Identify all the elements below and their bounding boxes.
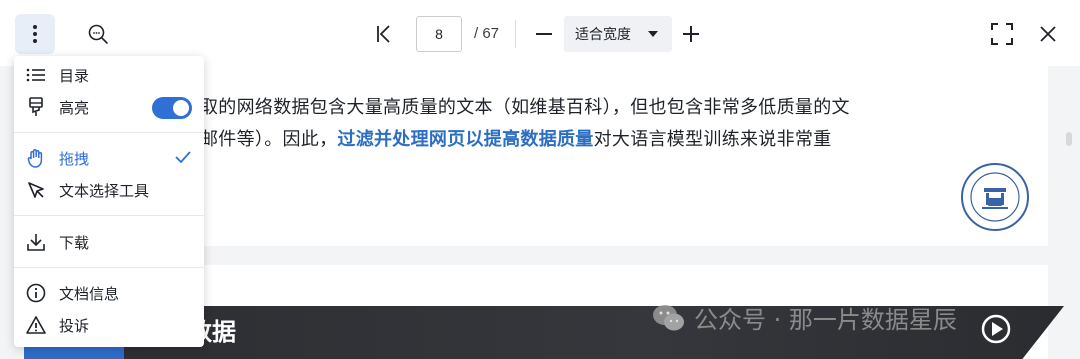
search-icon xyxy=(88,24,108,44)
menu-divider xyxy=(14,215,204,216)
more-vertical-icon xyxy=(33,25,37,43)
close-button[interactable] xyxy=(1032,16,1064,52)
menu-item-toc[interactable]: 目录 xyxy=(14,60,204,90)
menu-item-label: 文档信息 xyxy=(59,284,120,303)
hand-icon xyxy=(26,148,46,168)
first-page-icon xyxy=(377,25,390,43)
banner-accent xyxy=(24,346,124,359)
play-icon[interactable] xyxy=(980,313,1012,345)
menu-item-report[interactable]: 投诉 xyxy=(14,310,204,340)
toolbar-divider xyxy=(515,20,516,48)
list-icon xyxy=(26,65,46,85)
fullscreen-icon xyxy=(991,23,1013,45)
download-icon xyxy=(26,232,46,252)
zoom-in-button[interactable] xyxy=(674,14,708,54)
menu-item-text-select[interactable]: 文本选择工具 xyxy=(14,175,204,205)
page-total: / 67 xyxy=(474,25,500,42)
caret-down-icon xyxy=(648,31,658,37)
text-run: 对大语言模型训练来说非常重 xyxy=(593,129,832,150)
watermark-text: 公众号 · 那一片数据星辰 xyxy=(694,306,957,334)
minus-icon xyxy=(536,33,552,35)
menu-item-label: 目录 xyxy=(59,66,90,85)
document-text-line: 邮件等）。因此，过滤并处理网页以提高数据质量对大语言模型训练来说非常重 xyxy=(200,125,832,151)
highlighted-text: 过滤并处理网页以提高数据质量 xyxy=(337,129,594,150)
menu-item-highlight[interactable]: 高亮 xyxy=(14,92,204,122)
menu-item-drag[interactable]: 拖拽 xyxy=(14,143,204,173)
scrollbar-thumb[interactable] xyxy=(1066,132,1072,146)
zoom-mode-label: 适合宽度 xyxy=(575,27,631,43)
search-button[interactable] xyxy=(78,14,118,54)
menu-item-doc-info[interactable]: 文档信息 xyxy=(14,278,204,308)
page-number-input[interactable] xyxy=(416,16,462,52)
menu-item-label: 投诉 xyxy=(59,316,90,335)
checkmark-icon xyxy=(175,151,191,164)
warning-icon xyxy=(26,315,46,335)
highlighter-icon xyxy=(26,97,46,117)
menu-item-label: 文本选择工具 xyxy=(59,181,150,200)
menu-item-label: 下载 xyxy=(59,233,90,252)
close-icon xyxy=(1040,26,1056,42)
plus-icon xyxy=(683,26,699,42)
menu-divider xyxy=(14,267,204,268)
zoom-out-button[interactable] xyxy=(527,14,561,54)
text-run: 邮件等）。因此， xyxy=(200,129,338,150)
toggle-knob xyxy=(173,100,189,116)
more-dropdown-menu: 目录 高亮 拖拽 文本选择工具 下载 文档信息 投诉 xyxy=(14,56,204,347)
zoom-mode-select[interactable]: 适合宽度 xyxy=(564,16,672,52)
highlight-toggle[interactable] xyxy=(152,97,192,119)
first-page-button[interactable] xyxy=(366,14,402,54)
fullscreen-button[interactable] xyxy=(985,16,1019,52)
more-menu-button[interactable] xyxy=(15,14,55,54)
wechat-icon xyxy=(653,304,684,330)
menu-divider xyxy=(14,132,204,133)
menu-item-download[interactable]: 下载 xyxy=(14,227,204,257)
watermark: 公众号 · 那一片数据星辰 xyxy=(652,300,957,335)
university-seal-icon xyxy=(961,163,1029,231)
info-icon xyxy=(26,283,46,303)
document-text-line: 取的网络数据包含大量高质量的文本（如维基百科），但也包含非常多低质量的文 xyxy=(200,97,850,118)
cursor-icon xyxy=(26,180,46,200)
menu-item-label: 高亮 xyxy=(59,98,90,117)
menu-item-label: 拖拽 xyxy=(59,149,90,168)
